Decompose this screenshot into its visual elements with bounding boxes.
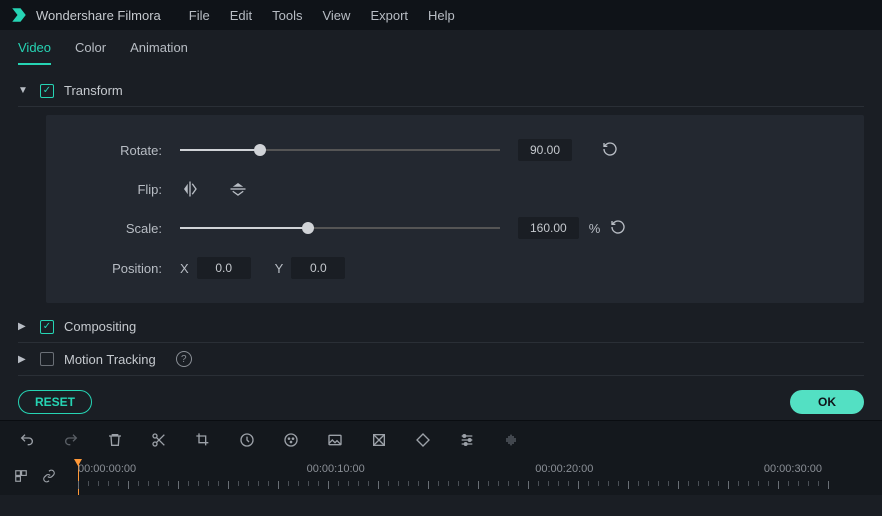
- flip-vertical-icon[interactable]: [228, 179, 248, 199]
- timeline-ticks: [78, 481, 830, 489]
- flip-row: Flip:: [74, 179, 836, 199]
- scale-slider[interactable]: [180, 227, 500, 229]
- keyframe-icon[interactable]: [414, 431, 432, 449]
- rotate-row: Rotate: 90.00: [74, 139, 836, 161]
- transform-checkbox[interactable]: ✓: [40, 84, 54, 98]
- compositing-label: Compositing: [64, 319, 136, 334]
- section-compositing-header[interactable]: ▶ ✓ Compositing: [18, 311, 864, 343]
- info-icon[interactable]: ?: [176, 351, 192, 367]
- timeline-track[interactable]: 00:00:00:00 00:00:10:00 00:00:20:00 00:0…: [70, 459, 868, 495]
- motion-tracking-checkbox[interactable]: ✓: [40, 352, 54, 366]
- app-title: Wondershare Filmora: [36, 8, 161, 23]
- timeline-link-icon[interactable]: [42, 469, 56, 486]
- scale-reset-icon[interactable]: [610, 219, 626, 238]
- transform-label: Transform: [64, 83, 123, 98]
- chevron-right-icon[interactable]: ▶: [18, 354, 30, 365]
- tab-video[interactable]: Video: [18, 40, 51, 65]
- green-screen-icon[interactable]: [326, 431, 344, 449]
- tab-animation[interactable]: Animation: [130, 40, 188, 65]
- menu-help[interactable]: Help: [428, 8, 455, 23]
- timeline[interactable]: 00:00:00:00 00:00:10:00 00:00:20:00 00:0…: [0, 459, 882, 495]
- redo-icon[interactable]: [62, 431, 80, 449]
- menu-edit[interactable]: Edit: [230, 8, 252, 23]
- pos-x-value[interactable]: 0.0: [197, 257, 251, 279]
- menu-export[interactable]: Export: [370, 8, 408, 23]
- section-transform-header[interactable]: ▼ ✓ Transform: [18, 75, 864, 107]
- menu-file[interactable]: File: [189, 8, 210, 23]
- crop-icon[interactable]: [194, 431, 212, 449]
- timeline-toolbar: [0, 420, 882, 459]
- ok-button[interactable]: OK: [790, 390, 864, 414]
- timecode: 00:00:20:00: [535, 463, 593, 475]
- chevron-down-icon[interactable]: ▼: [18, 85, 30, 96]
- rotate-slider[interactable]: [180, 149, 500, 151]
- scale-unit: %: [589, 221, 601, 236]
- scale-label: Scale:: [74, 221, 162, 236]
- adjust-icon[interactable]: [458, 431, 476, 449]
- rotate-label: Rotate:: [74, 143, 162, 158]
- pos-y-label: Y: [275, 261, 284, 276]
- section-motion-tracking-header[interactable]: ▶ ✓ Motion Tracking ?: [18, 343, 864, 376]
- menu-tools[interactable]: Tools: [272, 8, 302, 23]
- color-icon[interactable]: [282, 431, 300, 449]
- flip-horizontal-icon[interactable]: [180, 179, 200, 199]
- audio-icon[interactable]: [502, 431, 520, 449]
- split-icon[interactable]: [150, 431, 168, 449]
- compositing-checkbox[interactable]: ✓: [40, 320, 54, 334]
- timeline-media-icon[interactable]: [14, 469, 28, 486]
- speed-icon[interactable]: [238, 431, 256, 449]
- chevron-right-icon[interactable]: ▶: [18, 321, 30, 332]
- markers-icon[interactable]: [370, 431, 388, 449]
- panel-tabs: Video Color Animation: [0, 30, 882, 65]
- pos-x-label: X: [180, 261, 189, 276]
- menu-view[interactable]: View: [322, 8, 350, 23]
- content-area: ▼ ✓ Transform Rotate: 90.00 Flip:: [0, 65, 882, 384]
- scale-row: Scale: 160.00 %: [74, 217, 836, 239]
- position-row: Position: X 0.0 Y 0.0: [74, 257, 836, 279]
- bottom-button-bar: RESET OK: [0, 384, 882, 420]
- position-label: Position:: [74, 261, 162, 276]
- app-logo: [10, 6, 28, 24]
- undo-icon[interactable]: [18, 431, 36, 449]
- timecode: 00:00:00:00: [78, 463, 136, 475]
- tab-color[interactable]: Color: [75, 40, 106, 65]
- rotate-value[interactable]: 90.00: [518, 139, 572, 161]
- scale-value[interactable]: 160.00: [518, 217, 579, 239]
- reset-button[interactable]: RESET: [18, 390, 92, 414]
- timecode: 00:00:10:00: [307, 463, 365, 475]
- pos-y-value[interactable]: 0.0: [291, 257, 345, 279]
- timecode: 00:00:30:00: [764, 463, 822, 475]
- transform-panel: Rotate: 90.00 Flip: Scale:: [46, 115, 864, 303]
- motion-tracking-label: Motion Tracking: [64, 352, 156, 367]
- flip-label: Flip:: [74, 182, 162, 197]
- titlebar: Wondershare Filmora File Edit Tools View…: [0, 0, 882, 30]
- rotate-reset-icon[interactable]: [602, 141, 618, 160]
- menu-bar: File Edit Tools View Export Help: [189, 8, 455, 23]
- delete-icon[interactable]: [106, 431, 124, 449]
